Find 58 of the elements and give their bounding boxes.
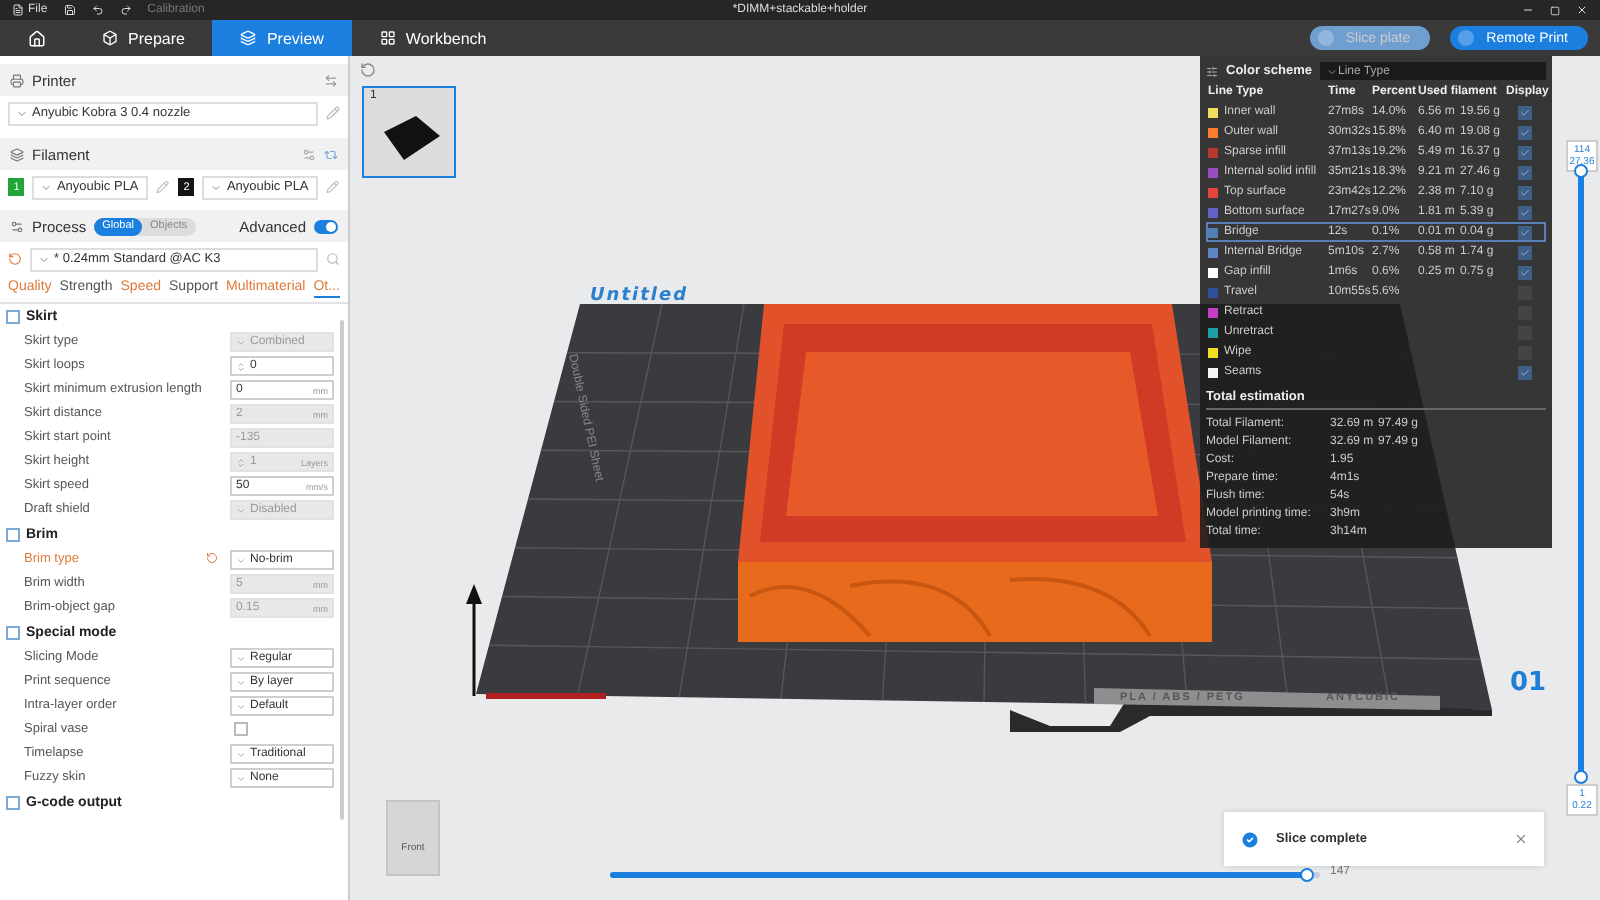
display-checkbox[interactable] <box>1518 265 1532 279</box>
plate-name: Untitled <box>590 286 689 306</box>
caret-icon <box>236 749 246 759</box>
reset-icon[interactable] <box>8 252 22 266</box>
caret-icon <box>1326 65 1338 77</box>
display-checkbox[interactable] <box>1518 105 1532 119</box>
display-checkbox[interactable] <box>1518 245 1532 259</box>
layers-icon <box>10 147 24 161</box>
display-checkbox[interactable] <box>1518 185 1532 199</box>
caret-icon <box>40 181 53 193</box>
grid-icon <box>379 30 396 46</box>
move-slider[interactable] <box>610 872 1320 878</box>
minimize-icon[interactable] <box>1522 4 1534 16</box>
caret-icon <box>210 181 223 193</box>
caret-icon <box>236 773 246 783</box>
caret-icon <box>236 337 246 347</box>
caret-icon <box>236 555 246 565</box>
caret-icon <box>236 701 246 711</box>
caret-icon <box>236 505 246 515</box>
printer-icon <box>10 73 24 87</box>
display-checkbox[interactable] <box>1518 205 1532 219</box>
main-tab[interactable]: Prepare <box>74 20 213 56</box>
undo-icon[interactable] <box>91 4 104 16</box>
redo-icon[interactable] <box>119 4 132 16</box>
setting-checkbox[interactable] <box>234 721 248 735</box>
edit-icon[interactable] <box>326 106 340 120</box>
home-icon <box>28 29 46 47</box>
main-tab[interactable]: Workbench <box>351 20 515 56</box>
x-axis-line <box>486 693 606 699</box>
caret-icon <box>236 677 246 687</box>
swap-icon[interactable] <box>324 73 338 87</box>
maximize-icon[interactable] <box>1550 5 1560 15</box>
settings-icon[interactable] <box>302 147 316 161</box>
advanced-switch[interactable] <box>314 219 338 233</box>
display-checkbox[interactable] <box>1518 225 1532 239</box>
sync-icon[interactable] <box>324 147 338 161</box>
edit-icon[interactable] <box>156 180 170 194</box>
caret-icon <box>38 253 50 265</box>
display-checkbox[interactable] <box>1518 145 1532 159</box>
plate-number: 01 <box>1510 668 1547 698</box>
caret-icon <box>236 653 246 663</box>
caret-icon <box>16 107 28 119</box>
main-tab[interactable]: Preview <box>212 20 352 56</box>
edit-icon[interactable] <box>326 180 340 194</box>
display-checkbox[interactable] <box>1518 365 1532 379</box>
layers-icon <box>240 30 257 46</box>
sliders-icon[interactable] <box>1206 65 1218 77</box>
search-icon[interactable] <box>326 252 340 266</box>
save-icon[interactable] <box>63 4 76 16</box>
reset-icon[interactable] <box>206 552 218 564</box>
cube-icon <box>102 30 118 46</box>
display-checkbox[interactable] <box>1518 125 1532 139</box>
display-checkbox[interactable] <box>1518 165 1532 179</box>
layer-slider[interactable] <box>1578 170 1584 778</box>
check-circle-icon <box>1240 829 1260 849</box>
sliders-icon <box>10 219 24 233</box>
z-axis-arrow <box>466 584 482 696</box>
rotate-icon[interactable] <box>360 62 376 78</box>
